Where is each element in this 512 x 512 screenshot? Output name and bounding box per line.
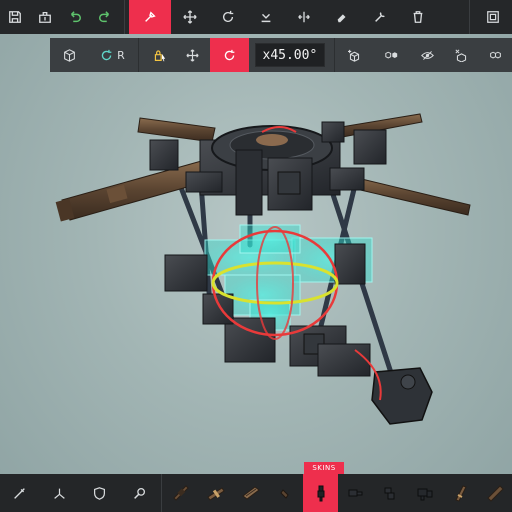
shield-tool-button[interactable] <box>80 474 120 512</box>
remove-block-icon <box>455 48 467 62</box>
grid-icon <box>489 51 501 58</box>
add-block-icon <box>347 49 360 62</box>
rotor-blade-top-left <box>137 117 216 143</box>
load-button[interactable] <box>30 0 60 34</box>
lock-select-button[interactable] <box>142 38 176 72</box>
metal-joint-skin-icon <box>348 489 363 497</box>
undo-icon <box>70 11 81 23</box>
wood-log-skin-icon <box>173 485 190 501</box>
toolbar-divider <box>161 474 163 512</box>
erase-icon <box>337 14 346 23</box>
translate-button[interactable] <box>176 38 210 72</box>
local-space-icon <box>101 49 112 60</box>
metal-bracket-skin-icon <box>384 487 395 500</box>
rope-log-skin-icon <box>455 485 467 502</box>
delete-button[interactable] <box>399 0 437 34</box>
metal-block-skin-icon <box>417 488 433 501</box>
skin-item-7[interactable] <box>373 474 408 512</box>
skin-item-4[interactable] <box>268 474 303 512</box>
skins-tab[interactable]: SKINS <box>304 462 344 474</box>
rotate-tool-button[interactable] <box>209 0 247 34</box>
toolbar-divider <box>469 0 470 34</box>
wrench-button[interactable] <box>361 0 399 34</box>
block-view-button[interactable] <box>50 38 90 72</box>
local-space-button[interactable]: R <box>90 38 136 72</box>
search-tool-button[interactable] <box>119 474 159 512</box>
skin-item-5[interactable] <box>303 474 339 512</box>
build-mode-icon <box>145 11 156 22</box>
redo-button[interactable] <box>90 0 120 34</box>
rotate-gizmo-button[interactable] <box>209 38 250 72</box>
move-icon <box>183 10 197 24</box>
snap-down-button[interactable] <box>247 0 285 34</box>
hide-block-button[interactable] <box>411 38 445 72</box>
long-log-skin-icon <box>486 485 504 502</box>
dark-bolt-skin-icon <box>317 485 325 502</box>
needle-tool-icon <box>14 487 26 499</box>
convert-block-button[interactable] <box>371 38 411 72</box>
lock-select-icon <box>154 50 165 61</box>
short-log-skin-icon <box>280 489 289 499</box>
erase-button[interactable] <box>323 0 361 34</box>
toolbar-divider <box>124 0 125 34</box>
settings-panel-button[interactable] <box>474 0 512 34</box>
transform-toolbar: R x45.00° <box>50 38 512 72</box>
3d-viewport[interactable] <box>0 0 512 512</box>
redo-icon <box>99 11 110 23</box>
skin-item-1[interactable] <box>164 474 199 512</box>
rotate-gizmo-icon <box>224 49 235 60</box>
remove-block-button[interactable] <box>445 38 479 72</box>
main-toolbar <box>0 0 512 34</box>
shield-tool-icon <box>93 486 105 500</box>
hide-block-icon <box>421 50 435 60</box>
rotation-angle-field[interactable]: x45.00° <box>255 43 325 67</box>
undo-button[interactable] <box>60 0 90 34</box>
mirror-tool-icon <box>54 488 65 499</box>
build-mode-button[interactable] <box>129 0 171 34</box>
bottom-toolbar <box>0 474 512 512</box>
snap-down-icon <box>261 13 271 23</box>
flip-button[interactable] <box>285 0 323 34</box>
needle-tool-button[interactable] <box>0 474 40 512</box>
flip-icon <box>298 11 310 23</box>
skin-item-2[interactable] <box>199 474 234 512</box>
block-view-icon <box>64 48 76 62</box>
load-icon <box>39 11 51 23</box>
skin-item-10[interactable] <box>477 474 512 512</box>
mirror-tool-button[interactable] <box>40 474 80 512</box>
move-tool-button[interactable] <box>171 0 209 34</box>
save-icon <box>9 11 21 23</box>
trash-icon <box>413 11 423 23</box>
wrench-icon <box>375 12 385 22</box>
skin-item-8[interactable] <box>408 474 443 512</box>
skin-item-3[interactable] <box>234 474 269 512</box>
grid-button[interactable] <box>478 38 512 72</box>
translate-icon <box>186 48 199 62</box>
toolbar-divider <box>138 38 140 72</box>
rotate-icon <box>222 10 234 23</box>
toolbar-divider <box>333 38 335 72</box>
bundled-log-skin-icon <box>207 487 225 501</box>
save-button[interactable] <box>0 0 30 34</box>
add-block-button[interactable] <box>338 38 372 72</box>
convert-block-icon <box>384 51 397 58</box>
local-space-label: R <box>117 48 125 62</box>
skin-item-9[interactable] <box>442 474 477 512</box>
plank-skin-icon <box>242 486 260 500</box>
search-tool-icon <box>133 487 145 499</box>
skin-item-6[interactable] <box>338 474 373 512</box>
settings-panel-icon <box>487 11 499 23</box>
